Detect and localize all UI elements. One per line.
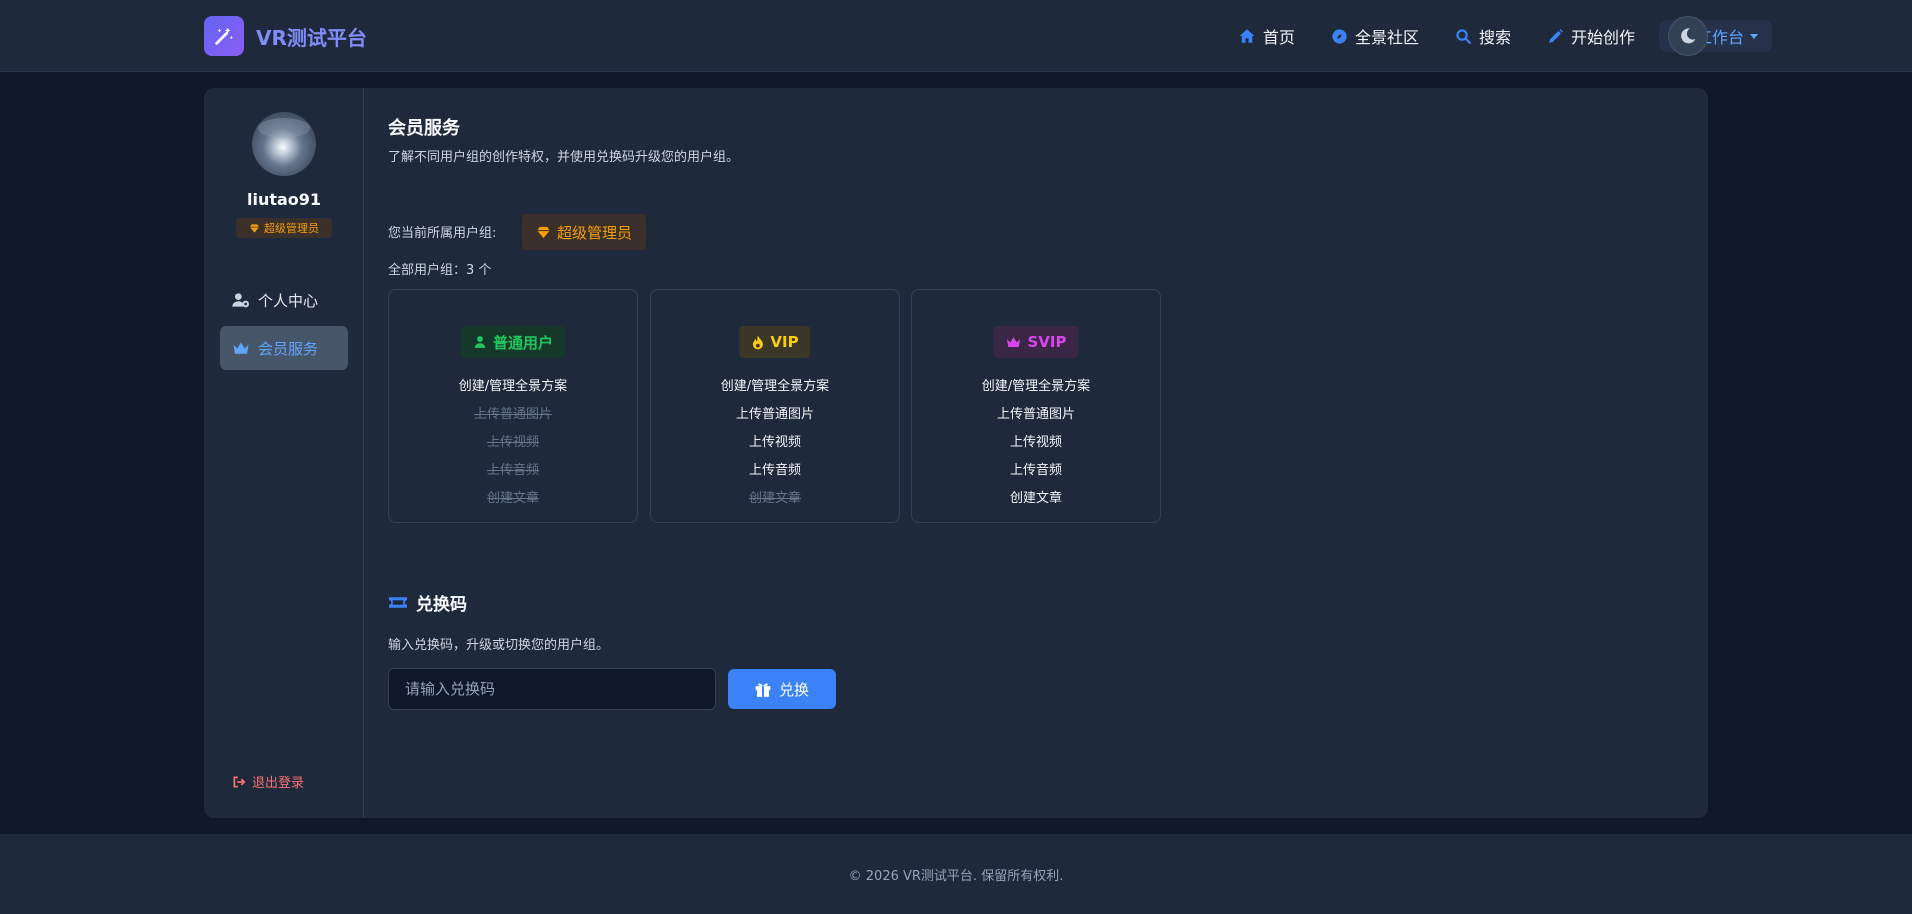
- permission-list: 创建/管理全景方案 上传普通图片 上传视频 上传音频 创建文章: [651, 373, 899, 513]
- group-card-normal: 普通用户 创建/管理全景方案 上传普通图片 上传视频 上传音频 创建文章: [388, 289, 638, 523]
- sidebar-item-membership[interactable]: 会员服务: [220, 326, 348, 370]
- nav-community[interactable]: 全景社区: [1331, 24, 1419, 48]
- nav-search[interactable]: 搜索: [1455, 24, 1511, 48]
- user-cog-icon: [232, 293, 249, 308]
- sidebar: liutao91 超级管理员 个人中心 会员服务 退出登录: [204, 88, 364, 818]
- permission-item: 上传视频: [748, 435, 801, 450]
- nav-home-label: 首页: [1262, 28, 1295, 47]
- current-group-name: 超级管理员: [557, 223, 633, 242]
- moon-icon: [1681, 28, 1696, 44]
- nav-create-label: 开始创作: [1570, 28, 1635, 47]
- gift-icon: [755, 682, 771, 697]
- logout-label: 退出登录: [252, 776, 305, 791]
- sidebar-item-profile-label: 个人中心: [258, 291, 319, 310]
- avatar: [252, 112, 316, 176]
- username: liutao91: [246, 190, 322, 209]
- crown-icon: [233, 342, 249, 354]
- ticket-icon: [389, 597, 407, 608]
- permission-item: 上传音频: [748, 463, 801, 478]
- account-panel: liutao91 超级管理员 个人中心 会员服务 退出登录 会员服务 了解不同用…: [204, 88, 1708, 818]
- redeem-code-input[interactable]: [388, 668, 716, 710]
- membership-content: 会员服务 了解不同用户组的创作特权，并使用兑换码升级您的用户组。 您当前所属用户…: [388, 88, 1688, 818]
- pencil-icon: [1549, 28, 1563, 43]
- group-card-svip: SVIP 创建/管理全景方案 上传普通图片 上传视频 上传音频 创建文章: [911, 289, 1161, 523]
- permission-item: 创建/管理全景方案: [720, 379, 830, 394]
- group-badge-svip: SVIP: [993, 326, 1079, 358]
- theme-toggle-button[interactable]: [1668, 16, 1708, 56]
- role-badge-label: 超级管理员: [264, 222, 319, 235]
- brand-title: VR测试平台: [256, 25, 367, 50]
- logout-link[interactable]: 退出登录: [232, 772, 304, 791]
- nav-home[interactable]: 首页: [1238, 24, 1295, 48]
- sign-out-icon: [233, 775, 246, 788]
- permission-item: 上传普通图片: [735, 407, 814, 422]
- permission-item: 创建文章: [486, 491, 539, 506]
- redeem-button[interactable]: 兑换: [728, 669, 836, 709]
- redeem-button-label: 兑换: [778, 680, 809, 699]
- permission-item: 上传音频: [486, 463, 539, 478]
- permission-item: 上传视频: [486, 435, 539, 450]
- current-group-label: 您当前所属用户组:: [388, 226, 497, 241]
- permission-item: 上传普通图片: [473, 407, 552, 422]
- sidebar-item-membership-label: 会员服务: [258, 339, 319, 358]
- permission-item: 上传音频: [1009, 463, 1062, 478]
- current-group-badge: 超级管理员: [522, 214, 647, 250]
- role-badge: 超级管理员: [236, 218, 332, 238]
- permission-item: 创建/管理全景方案: [458, 379, 568, 394]
- group-badge-normal: 普通用户: [460, 326, 566, 358]
- sidebar-menu: 个人中心 会员服务: [220, 278, 348, 374]
- all-groups-count: 全部用户组：3 个: [388, 263, 492, 278]
- permission-item: 创建/管理全景方案: [981, 379, 1091, 394]
- group-name: VIP: [770, 333, 799, 351]
- flame-icon: [752, 335, 763, 349]
- crown-icon: [1007, 336, 1020, 347]
- user-icon: [474, 336, 486, 348]
- group-name: 普通用户: [492, 333, 554, 352]
- permission-list: 创建/管理全景方案 上传普通图片 上传视频 上传音频 创建文章: [912, 373, 1160, 513]
- search-icon: [1456, 28, 1471, 44]
- permission-item: 上传普通图片: [996, 407, 1075, 422]
- copyright-text: © 2026 VR测试平台. 保留所有权利.: [848, 868, 1064, 884]
- magic-wand-icon: [204, 16, 244, 56]
- permission-item: 创建文章: [748, 491, 801, 506]
- permission-item: 上传视频: [1009, 435, 1062, 450]
- caret-down-icon: [1750, 33, 1758, 39]
- sidebar-item-profile[interactable]: 个人中心: [220, 278, 348, 322]
- home-icon: [1239, 29, 1255, 43]
- nav-search-label: 搜索: [1478, 28, 1511, 47]
- gem-icon: [537, 226, 550, 238]
- nav-community-label: 全景社区: [1354, 28, 1419, 47]
- redeem-heading: 兑换码: [388, 590, 467, 615]
- brand[interactable]: VR测试平台: [204, 16, 367, 56]
- page-description: 了解不同用户组的创作特权，并使用兑换码升级您的用户组。: [388, 150, 740, 165]
- group-badge-vip: VIP: [739, 326, 811, 358]
- page-title: 会员服务: [388, 118, 460, 139]
- group-name: SVIP: [1027, 333, 1067, 351]
- nav-create[interactable]: 开始创作: [1547, 24, 1635, 48]
- permission-list: 创建/管理全景方案 上传普通图片 上传视频 上传音频 创建文章: [389, 373, 637, 513]
- footer: © 2026 VR测试平台. 保留所有权利.: [0, 834, 1912, 914]
- top-navbar: VR测试平台 首页 全景社区 搜索 开始创作 工作台: [0, 0, 1912, 72]
- permission-item: 创建文章: [1009, 491, 1062, 506]
- group-card-vip: VIP 创建/管理全景方案 上传普通图片 上传视频 上传音频 创建文章: [650, 289, 900, 523]
- compass-icon: [1332, 28, 1347, 44]
- redeem-title: 兑换码: [416, 595, 467, 615]
- redeem-description: 输入兑换码，升级或切换您的用户组。: [388, 638, 610, 653]
- gem-icon: [249, 223, 260, 233]
